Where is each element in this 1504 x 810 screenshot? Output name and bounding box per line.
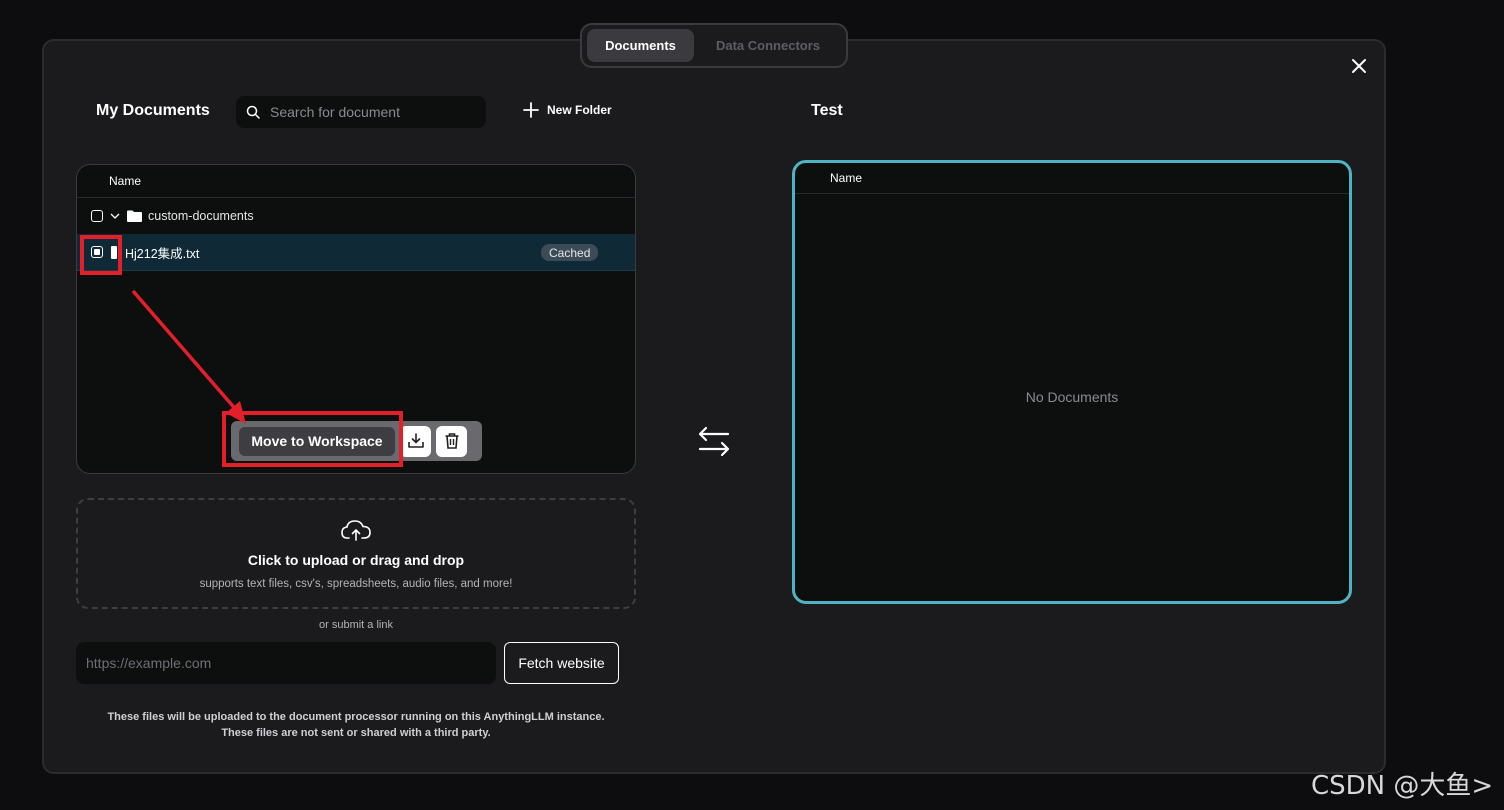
upload-title: Click to upload or drag and drop [247,552,465,568]
my-documents-title: My Documents [96,102,210,119]
search-input[interactable] [270,104,470,120]
my-documents-panel: Name custom-documents Hj212集成.txt Cached… [76,164,636,474]
delete-button[interactable] [436,425,467,457]
download-icon [407,433,424,448]
tab-bar: Documents Data Connectors [580,23,848,68]
file-name: Hj212集成.txt [125,246,200,261]
upload-disclaimer: These files will be uploaded to the docu… [76,709,636,741]
new-folder-button[interactable]: New Folder [523,102,612,118]
plus-icon [523,102,539,118]
disclaimer-line-2: These files are not sent or shared with … [221,727,491,739]
search-box[interactable] [236,96,486,128]
tab-documents[interactable]: Documents [587,29,694,62]
file-icon [111,245,117,259]
chevron-down-icon[interactable] [109,210,121,222]
folder-icon [127,210,142,222]
disclaimer-line-1: These files will be uploaded to the docu… [107,711,605,723]
search-icon [246,105,260,119]
close-icon [1352,59,1366,73]
file-row[interactable]: Hj212集成.txt Cached [77,234,635,271]
swap-arrows-icon[interactable] [697,425,731,457]
move-to-workspace-button[interactable]: Move to Workspace [239,426,395,456]
upload-subtitle: supports text files, csv's, spreadsheets… [199,578,513,590]
column-header-name: Name [77,165,635,198]
workspace-documents-panel: Name No Documents [792,160,1352,604]
or-submit-link-label: or submit a link [319,619,393,631]
link-url-input[interactable] [76,642,496,684]
cached-badge: Cached [541,244,599,261]
fetch-website-button[interactable]: Fetch website [504,642,619,684]
workspace-title: Test [811,102,843,119]
tab-data-connectors[interactable]: Data Connectors [698,29,838,62]
watermark: CSDN @大鱼> [1311,771,1494,801]
folder-checkbox[interactable] [91,210,103,222]
workspace-column-header-name: Name [795,163,1349,194]
file-checkbox[interactable] [91,246,103,258]
selection-action-bar: Move to Workspace [231,421,482,461]
cloud-upload-icon [341,520,371,541]
empty-state-text: No Documents [1025,389,1119,405]
download-button[interactable] [400,425,431,457]
upload-dropzone[interactable]: Click to upload or drag and drop support… [76,498,636,609]
close-button[interactable] [1347,54,1371,78]
new-folder-label: New Folder [547,103,612,117]
folder-row[interactable]: custom-documents [77,198,635,234]
trash-icon [445,433,458,449]
folder-name: custom-documents [148,209,254,223]
